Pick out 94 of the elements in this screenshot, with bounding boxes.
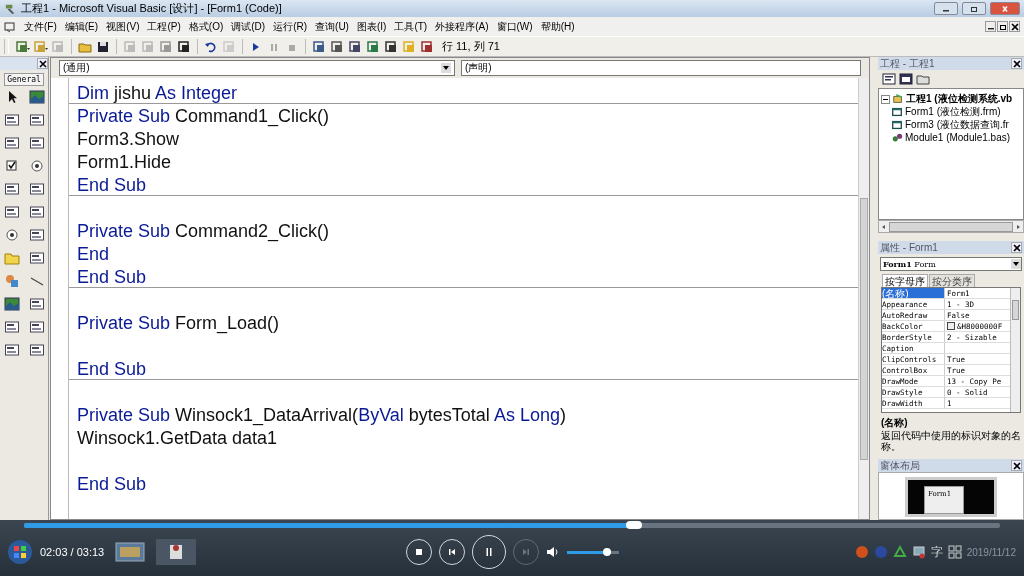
restore-icon (969, 4, 979, 13)
object-dropdown[interactable]: Form1 Form (880, 257, 1022, 271)
menu-item[interactable]: 运行(R) (269, 19, 312, 34)
menu-item[interactable]: 外接程序(A) (431, 19, 493, 34)
close-icon (1012, 461, 1021, 470)
description-text: 返回代码中使用的标识对象的名称。 (881, 430, 1021, 452)
menu-item[interactable]: 帮助(H) (536, 19, 579, 34)
code-line: Private Sub Command1_Click() (77, 104, 330, 127)
radio-icon[interactable] (28, 158, 45, 174)
ime-indicator[interactable]: 字 (930, 543, 943, 561)
code-line: Form3.Show (77, 127, 180, 150)
panel-title: 工程 - 工程1 (880, 56, 935, 71)
volume-handle[interactable] (603, 548, 612, 556)
close-icon (1012, 59, 1021, 68)
close-button[interactable] (37, 58, 48, 69)
timer-icon[interactable] (3, 227, 20, 243)
caret-icon (1011, 259, 1021, 269)
code-line: Private Sub Command2_Click() (77, 219, 330, 242)
code-line: Private Sub Form_Load() (77, 311, 280, 334)
menu-item[interactable]: 查询(U) (311, 19, 353, 34)
close-icon (1010, 22, 1019, 31)
restore-button[interactable] (962, 2, 986, 15)
description-title: (名称) (881, 416, 909, 430)
tree-item[interactable]: 工程1 (液位检测系统.vb (906, 92, 1013, 106)
menu-item[interactable]: 工程(P) (143, 19, 185, 34)
child-close-button[interactable] (1009, 21, 1020, 32)
scrollbar[interactable] (878, 220, 1024, 233)
clock: 2019/11/12 (966, 546, 1016, 558)
close-button[interactable] (1011, 58, 1022, 69)
shapes-icon[interactable] (3, 273, 20, 289)
close-icon (38, 59, 47, 68)
menu-item[interactable]: 格式(O) (184, 19, 228, 34)
progress-handle[interactable] (626, 521, 642, 529)
tree-item[interactable]: Form1 (液位检测.frm) (905, 104, 1001, 119)
child-restore-button[interactable] (997, 21, 1008, 32)
tray-icon[interactable] (854, 545, 869, 559)
menu-item[interactable]: 文件(F) (20, 19, 61, 34)
code-line: End Sub (77, 265, 147, 288)
minimize-icon (987, 28, 994, 30)
scrollbar[interactable] (1010, 288, 1020, 412)
panel-title: 窗体布局 (880, 458, 920, 473)
view-object-icon[interactable] (899, 72, 913, 86)
child-minimize-button[interactable] (985, 21, 996, 32)
tab[interactable]: 按字母序 (882, 274, 928, 287)
form-icon (891, 105, 903, 118)
code-line: End Sub (77, 357, 147, 380)
panel-title: 属性 - Form1 (880, 240, 938, 255)
menu-item[interactable]: 调试(D) (227, 19, 270, 34)
menu-item[interactable]: 工具(T) (390, 19, 432, 34)
window-title: 工程1 - Microsoft Visual Basic [设计] - [Form1 (Code)] (21, 1, 282, 16)
form-icon (891, 118, 903, 131)
caret-icon (441, 63, 451, 73)
project-icon (892, 93, 904, 105)
close-icon (1000, 4, 1010, 13)
picture-icon[interactable] (28, 89, 45, 105)
view-code-icon[interactable] (882, 72, 896, 86)
menu-item[interactable]: 视图(V) (102, 19, 144, 34)
close-button[interactable] (1011, 242, 1022, 253)
close-button[interactable] (1011, 460, 1022, 471)
restore-icon (998, 22, 1007, 31)
module-icon (891, 131, 903, 144)
code-line: End Sub (77, 173, 147, 196)
code-line: End Sub (77, 472, 147, 495)
network-icon[interactable] (911, 545, 926, 559)
menu-item[interactable]: 窗口(W) (492, 19, 537, 34)
code-window-icon (4, 20, 16, 33)
checkbox-icon[interactable] (3, 158, 20, 174)
toolbox-tab[interactable]: General (4, 73, 44, 86)
close-icon (1012, 243, 1021, 252)
code-line: Dim jishu As Integer (77, 81, 238, 104)
tab[interactable]: 按分类序 (929, 274, 975, 287)
color-swatch (947, 322, 955, 330)
code-line: End (77, 242, 110, 265)
code-line: Winsock1.GetData data1 (77, 426, 278, 449)
app-icon (4, 2, 17, 15)
volume-icon[interactable] (545, 546, 560, 558)
folder-icon[interactable] (916, 72, 930, 86)
volume-slider[interactable] (566, 550, 619, 554)
cursor-position: 行 11, 列 71 (442, 39, 500, 54)
playback-time: 02:03 / 03:13 (40, 546, 105, 558)
menu-item[interactable]: 编辑(E) (60, 19, 103, 34)
tree-item[interactable]: Form3 (液位数据查询.fr (905, 117, 1009, 132)
code-line: Form1.Hide (77, 150, 172, 173)
taskbar-app-icon[interactable] (156, 539, 197, 565)
recycle-icon[interactable] (892, 545, 907, 559)
collapse-toggle[interactable] (881, 94, 890, 104)
procedure-dropdown[interactable]: (声明) (461, 60, 861, 76)
code-line: Private Sub Winsock1_DataArrival(ByVal bytesTotal As Long) (77, 403, 566, 426)
image-icon[interactable] (3, 296, 20, 312)
scrollbar[interactable] (858, 78, 869, 519)
object-dropdown[interactable]: (通用) (59, 60, 455, 76)
menu-item[interactable]: 图表(I) (352, 19, 391, 34)
start-icon[interactable] (6, 538, 34, 566)
tree-item[interactable]: Module1 (Module1.bas) (905, 132, 1011, 143)
